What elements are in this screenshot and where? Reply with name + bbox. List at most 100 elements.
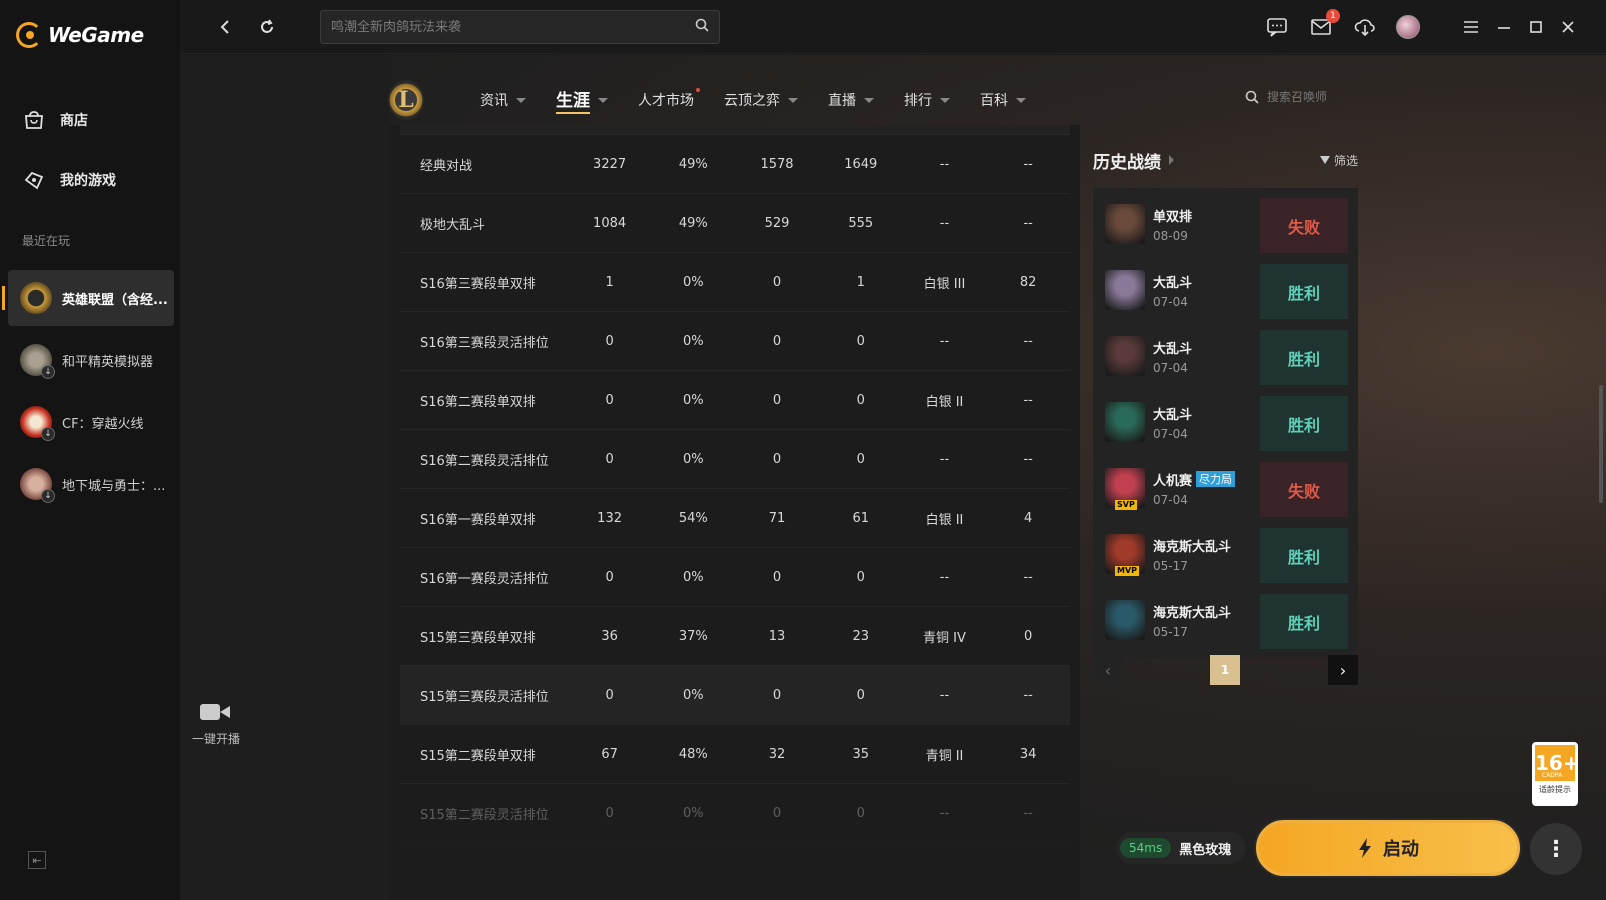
match-item[interactable]: 大乱斗 07-04 胜利 [1105,259,1348,321]
row-value-cell: -- [939,156,950,172]
tab-label: 人才市场 [638,93,694,109]
recent-section-label: 最近在玩 [22,234,71,248]
row-value-cell: -- [1023,451,1033,467]
match-mode: 单双排 [1153,206,1263,225]
row-mode-cell: 极地大乱斗 [420,217,486,233]
match-item[interactable]: MVP 海克斯大乱斗 05-17 胜利 [1105,523,1348,585]
launch-label: 启动 [1383,839,1419,860]
row-value-cell: 白银 III [923,276,966,292]
launch-button[interactable]: 启动 [1256,820,1520,876]
row-value-cell: 36 [601,628,618,644]
filter-button[interactable]: 筛选 [1319,152,1358,169]
row-value-cell: 0 [605,392,614,408]
user-avatar[interactable] [1395,14,1421,40]
performance-tag: SVP [1115,500,1137,510]
summoner-search[interactable]: 搜索召唤师 [1245,88,1327,105]
table-row: S16第一赛段灵活排位 0 0% 0 0 -- -- [400,548,1070,607]
more-options-icon[interactable]: ⋮ [1530,823,1582,875]
match-item[interactable]: 大乱斗 07-04 胜利 [1105,391,1348,453]
next-page-icon[interactable]: › [1328,655,1358,685]
dnf-game-icon: ↓ [20,468,55,503]
download-icon: ↓ [41,427,55,441]
video-camera-icon [200,702,232,722]
tab-live[interactable]: 直播 [828,90,874,110]
row-value-cell: 67 [601,746,618,762]
refresh-icon[interactable] [254,14,280,40]
match-item[interactable]: 海克斯大乱斗 05-17 胜利 [1105,589,1348,651]
game-label: 英雄联盟（含经... [62,292,168,308]
tab-wiki[interactable]: 百科 [980,90,1026,110]
minimize-icon[interactable] [1491,14,1517,40]
scrollbar[interactable] [1599,385,1603,503]
recent-game-lol[interactable]: 英雄联盟（含经... [2,270,174,326]
mail-icon[interactable]: 1 [1308,9,1340,40]
recent-game-dnf[interactable]: ↓ 地下城与勇士：... [8,456,174,512]
sidebar-item-store[interactable]: 商店 [22,108,88,132]
row-value-cell: 61 [852,510,870,526]
row-value-cell: -- [939,333,950,349]
tab-ranking[interactable]: 排行 [904,90,950,110]
history-title[interactable]: 历史战绩 [1093,148,1174,173]
champion-portrait [1105,336,1145,376]
global-search-input[interactable] [331,19,695,35]
chat-icon[interactable] [1264,14,1290,40]
maximize-icon[interactable] [1523,14,1549,40]
lightning-icon [1359,838,1371,858]
recent-game-cf[interactable]: ↓ CF：穿越火线 [8,394,174,450]
row-value-cell: 0 [1024,628,1033,644]
row-value-cell: 132 [597,510,622,526]
row-value-cell: 0 [605,451,614,467]
row-mode-cell: S15第二赛段灵活排位 [420,807,549,823]
row-value-cell: 0 [856,333,865,349]
download-manager-icon[interactable] [1352,14,1378,40]
menu-icon[interactable] [1458,14,1484,40]
table-body: 经典对战 3227 49% 1578 1649 -- -- 极地大乱斗 1084 49% 529 55… [390,135,1080,843]
chevron-down-icon [788,97,798,103]
tab-tft[interactable]: 云顶之弈 [724,90,798,110]
collapse-sidebar-icon[interactable]: ⇤ [28,851,46,869]
row-value-cell: 0% [683,274,704,290]
tab-label: 资讯 [480,93,508,109]
server-selector[interactable]: 54ms 黑色玫瑰 [1116,832,1246,864]
tab-career[interactable]: 生涯 [556,86,608,114]
lol-game-icon [20,282,52,314]
close-icon[interactable] [1555,14,1581,40]
game-label: CF：穿越火线 [62,416,144,432]
tab-label: 排行 [904,93,932,109]
sidebar-item-mygames[interactable]: 我的游戏 [22,168,116,192]
download-icon: ↓ [41,489,55,503]
champion-portrait [1105,402,1145,442]
match-info: 大乱斗 07-04 [1153,272,1263,309]
match-item[interactable]: 大乱斗 07-04 胜利 [1105,325,1348,387]
match-info: 人机赛 尽力局 07-04 [1153,470,1263,507]
prev-page-icon[interactable]: ‹ [1093,655,1123,685]
match-item[interactable]: 单双排 08-09 失败 [1105,193,1348,255]
search-icon [1245,90,1259,104]
lol-logo-icon[interactable]: L [388,80,424,120]
row-value-cell: 23 [852,628,870,644]
one-click-broadcast-button[interactable]: 一键开播 [192,702,240,747]
row-value-cell: 0 [856,451,865,467]
search-icon[interactable] [695,18,709,36]
tab-label: 直播 [828,93,856,109]
current-page[interactable]: 1 [1210,655,1240,685]
tab-talent-market[interactable]: 人才市场 [638,88,700,110]
match-date: 08-09 [1153,228,1188,243]
career-stats-table: 经典对战 3227 49% 1578 1649 -- -- 极地大乱斗 1084 49% 529 55… [390,125,1080,900]
row-value-cell: 54% [678,510,708,526]
wegame-logo[interactable]: WeGame [16,22,144,48]
tab-news[interactable]: 资讯 [480,90,526,110]
recent-game-peace-elite[interactable]: ↓ 和平精英模拟器 [8,332,174,388]
champion-portrait: SVP [1105,468,1145,510]
app-name: WeGame [48,23,144,47]
match-result: 胜利 [1260,528,1348,583]
match-item[interactable]: SVP 人机赛 尽力局 07-04 失败 [1105,457,1348,519]
match-result: 失败 [1260,462,1348,517]
row-value-cell: 82 [1019,274,1037,290]
table-row: 极地大乱斗 1084 49% 529 555 -- -- [400,194,1070,253]
match-mode-label: 大乱斗 [1153,407,1193,423]
back-arrow-icon[interactable] [212,14,238,40]
global-search-box[interactable] [320,10,720,44]
row-value-cell: 13 [768,628,786,644]
champion-portrait: MVP [1105,534,1145,576]
